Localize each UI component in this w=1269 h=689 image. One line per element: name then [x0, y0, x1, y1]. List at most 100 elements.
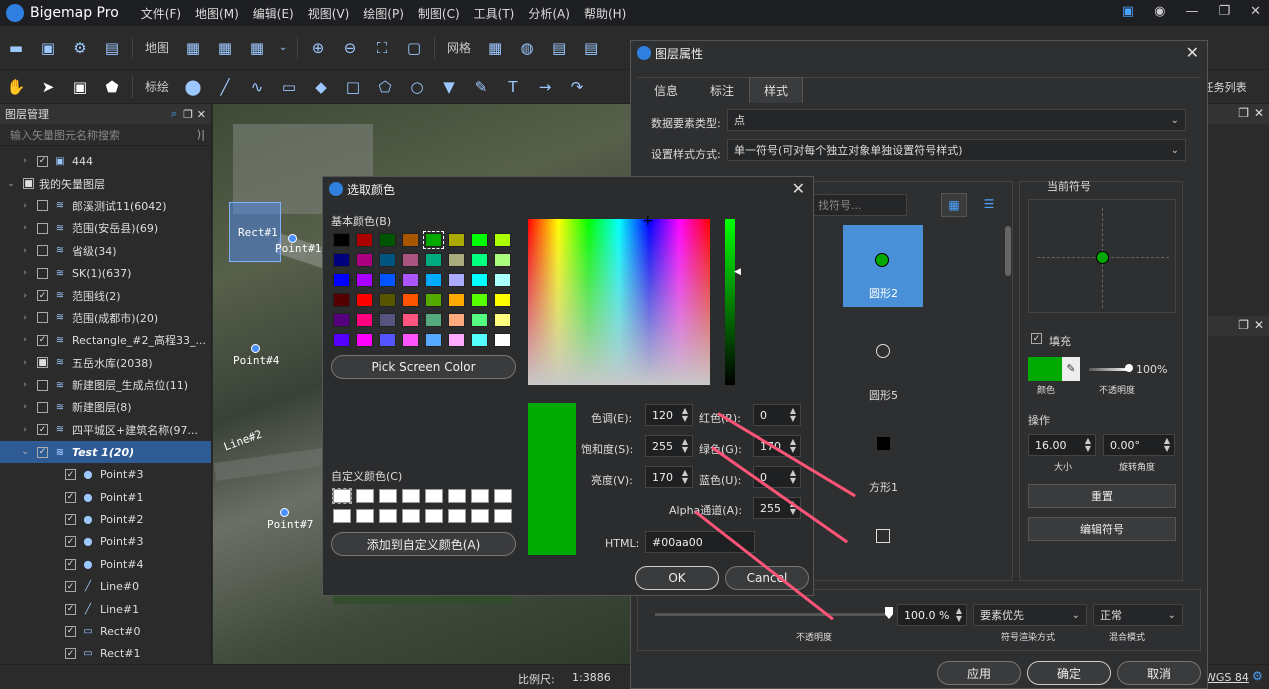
ok-button[interactable]: OK: [635, 566, 719, 590]
val-input[interactable]: 170 ▲ ▼: [645, 466, 693, 488]
layer-tree-item[interactable]: › ≋ 郎溪测试11(6042): [0, 195, 211, 217]
layer-checkbox[interactable]: ✓: [37, 334, 48, 346]
grid-utm-icon[interactable]: ▤: [580, 37, 602, 59]
maximize-icon[interactable]: ❐: [1218, 4, 1230, 19]
basic-color-swatch[interactable]: [356, 253, 373, 267]
chevron-right-icon[interactable]: ›: [18, 201, 32, 211]
curve-icon[interactable]: ∿: [246, 76, 268, 98]
basic-color-swatch[interactable]: [494, 273, 511, 287]
avatar[interactable]: ◉: [1154, 4, 1165, 19]
layer-tree-item[interactable]: › ✓ ≋ 范围线(2): [0, 284, 211, 306]
chevron-right-icon[interactable]: ›: [18, 335, 32, 345]
basic-color-swatch[interactable]: [402, 333, 419, 347]
spin-arrows-icon[interactable]: ▲▼: [682, 438, 688, 454]
paint-icon[interactable]: ✎: [470, 76, 492, 98]
funnel-icon[interactable]: ▼: [438, 76, 460, 98]
size-input[interactable]: 16.00 ▲ ▼: [1028, 434, 1096, 456]
layer-checkbox[interactable]: ✓: [65, 603, 76, 615]
menu-item[interactable]: 文件(F): [141, 5, 181, 22]
basic-color-swatch[interactable]: [425, 253, 442, 267]
spin-arrows-icon[interactable]: ▲▼: [790, 407, 796, 423]
custom-color-swatch[interactable]: [494, 509, 512, 523]
zoom-in-icon[interactable]: ⊕: [307, 37, 329, 59]
layer-tree-item[interactable]: ⌄ ■ 我的矢量图层: [0, 172, 211, 194]
basic-color-swatch[interactable]: [425, 333, 442, 347]
basic-color-swatch[interactable]: [425, 273, 442, 287]
basic-color-swatch[interactable]: [356, 333, 373, 347]
list-view-icon[interactable]: ☰: [976, 193, 1002, 217]
layer-opacity-input[interactable]: 100.0 % ▲ ▼: [897, 604, 967, 626]
map-source-1-icon[interactable]: ▦: [182, 37, 204, 59]
point7-marker[interactable]: [280, 508, 289, 517]
menu-item[interactable]: 分析(A): [528, 5, 570, 22]
image-icon[interactable]: ▤: [101, 37, 123, 59]
chevron-right-icon[interactable]: ›: [18, 268, 32, 278]
basic-color-swatch[interactable]: [425, 293, 442, 307]
blend-mode-select[interactable]: 正常 ⌄: [1093, 604, 1183, 626]
layer-tree-item[interactable]: ⌄ ✓ ≋ Test 1(20): [0, 441, 211, 464]
custom-color-swatch[interactable]: [471, 489, 489, 503]
symbol-circle2[interactable]: 圆形2: [843, 225, 923, 307]
basic-color-swatch[interactable]: [379, 253, 396, 267]
gear-icon[interactable]: ⚙: [69, 37, 91, 59]
add-custom-color-button[interactable]: 添加到自定义颜色(A): [331, 532, 516, 556]
apply-button[interactable]: 应用: [937, 661, 1021, 685]
collapse-icon[interactable]: ⟩|: [197, 128, 205, 141]
basic-color-swatch[interactable]: [494, 293, 511, 307]
pick-screen-color-button[interactable]: Pick Screen Color: [331, 355, 516, 379]
layer-tree-item[interactable]: ✓ ⬤ Point#1: [0, 486, 211, 508]
spin-arrows-icon[interactable]: ▲▼: [790, 438, 796, 454]
red-input[interactable]: 0 ▲ ▼: [753, 404, 801, 426]
blue-input[interactable]: 0 ▲ ▼: [753, 466, 801, 488]
rectangle-icon[interactable]: ▭: [278, 76, 300, 98]
close-icon[interactable]: ✕: [1254, 106, 1264, 120]
arrow-icon[interactable]: →: [534, 76, 556, 98]
spin-arrows-icon[interactable]: ▲▼: [1085, 437, 1091, 453]
spin-arrows-icon[interactable]: ▲▼: [682, 469, 688, 485]
save-icon[interactable]: ▣: [37, 37, 59, 59]
eraser-icon[interactable]: ◆: [310, 76, 332, 98]
menu-item[interactable]: 工具(T): [474, 5, 515, 22]
basic-color-swatch[interactable]: [379, 293, 396, 307]
select-image-icon[interactable]: ▣: [69, 76, 91, 98]
layer-checkbox[interactable]: [37, 401, 48, 413]
search-icon[interactable]: ⌕: [171, 107, 177, 121]
layer-checkbox[interactable]: ✓: [65, 469, 76, 481]
close-icon[interactable]: ✕: [1250, 4, 1261, 19]
type-select[interactable]: 点 ⌄: [727, 109, 1186, 131]
menu-item[interactable]: 绘图(P): [363, 5, 404, 22]
layer-tree-item[interactable]: ✓ ▭ Rect#1: [0, 643, 211, 665]
symbol-circle5[interactable]: 圆形5: [843, 331, 923, 402]
polygon-icon[interactable]: ⬠: [374, 76, 396, 98]
close-icon[interactable]: ✕: [1186, 43, 1199, 62]
hand-icon[interactable]: ✋: [5, 76, 27, 98]
basic-color-swatch[interactable]: [471, 333, 488, 347]
layer-checkbox[interactable]: ✓: [65, 581, 76, 593]
menu-item[interactable]: 地图(M): [195, 5, 239, 22]
basic-color-swatch[interactable]: [333, 333, 350, 347]
custom-color-swatch[interactable]: [448, 509, 466, 523]
basic-color-swatch[interactable]: [379, 333, 396, 347]
basic-color-swatch[interactable]: [379, 313, 396, 327]
menu-item[interactable]: 视图(V): [308, 5, 350, 22]
layer-tree-item[interactable]: ✓ ⬤ Point#4: [0, 553, 211, 575]
basic-color-swatch[interactable]: [448, 273, 465, 287]
custom-color-swatch[interactable]: [379, 509, 397, 523]
layer-checkbox[interactable]: ✓: [65, 625, 76, 637]
folder-icon[interactable]: ▬: [5, 37, 27, 59]
fill-checkbox[interactable]: ✓: [1031, 333, 1042, 344]
grid-lng-icon[interactable]: ◍: [516, 37, 538, 59]
opacity-slider-handle[interactable]: [1125, 364, 1133, 372]
basic-color-swatch[interactable]: [402, 313, 419, 327]
layer-checkbox[interactable]: ✓: [37, 424, 48, 436]
basic-color-swatch[interactable]: [402, 233, 419, 247]
custom-color-swatch[interactable]: [332, 488, 352, 504]
chevron-down-icon[interactable]: ⌄: [278, 37, 288, 59]
custom-color-swatch[interactable]: [356, 489, 374, 503]
basic-color-swatch[interactable]: [356, 273, 373, 287]
layer-checkbox[interactable]: [37, 200, 48, 212]
chevron-right-icon[interactable]: ›: [18, 425, 32, 435]
zoom-out-icon[interactable]: ⊖: [339, 37, 361, 59]
layer-tree-item[interactable]: › ≋ SK(1)(637): [0, 262, 211, 284]
text-icon[interactable]: T: [502, 76, 524, 98]
